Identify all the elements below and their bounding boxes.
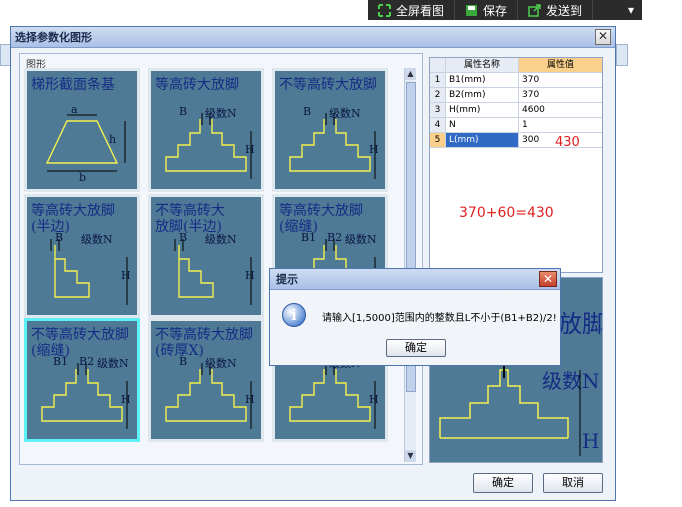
- more-dropdown-icon[interactable]: ▾: [620, 3, 642, 17]
- alert-title: 提示: [270, 269, 560, 290]
- cancel-button[interactable]: 取消: [543, 473, 603, 493]
- fullscreen-label: 全屏看图: [396, 3, 445, 18]
- alert-close-button[interactable]: ✕: [539, 271, 557, 287]
- alert-dialog: 提示 ✕ i 请输入[1,5000]范围内的整数且L不小于(B1+B2)/2! …: [269, 268, 561, 366]
- tile-equal-brick[interactable]: 等高砖大放脚 B 级数N H: [148, 68, 264, 192]
- header-value: 属性值: [519, 58, 602, 72]
- tile-dimension-label: H: [245, 393, 255, 406]
- tile-dimension-label: B: [55, 231, 64, 244]
- tile-unequal-brick-half[interactable]: 不等高砖大 放脚(半边) B 级数N H: [148, 194, 264, 318]
- dialog-titlebar: 选择参数化图形: [11, 27, 615, 48]
- tile-caption: 不等高砖大放脚: [279, 77, 377, 93]
- tile-dimension-label: H: [121, 269, 131, 282]
- property-idx: 3: [430, 103, 446, 117]
- property-row[interactable]: 4N1: [430, 118, 602, 133]
- tile-dimension-label: B2: [327, 231, 343, 244]
- preview-label-levels: 级数N: [542, 369, 600, 393]
- tile-dimension-label: H: [369, 393, 379, 406]
- preview-label-height: H: [582, 429, 599, 453]
- info-icon: i: [282, 303, 306, 327]
- viewer-toolbar: 全屏看图 保存 发送到 ▾: [368, 0, 642, 20]
- preview-caption: 放脚: [558, 310, 603, 338]
- tile-dimension-label: B2: [79, 355, 95, 368]
- dialog-title: 选择参数化图形: [15, 31, 92, 44]
- property-row[interactable]: 2 B2(mm) 370: [430, 88, 602, 103]
- property-idx: 2: [430, 88, 446, 102]
- property-idx: 4: [430, 118, 446, 132]
- property-name: H(mm): [446, 103, 519, 117]
- fullscreen-icon: [378, 3, 391, 17]
- tile-caption: 等高砖大放脚: [155, 77, 239, 93]
- tile-dimension-label: 级数N: [81, 233, 113, 246]
- select-shape-dialog: 选择参数化图形 ✕ 图形 梯形截面条基 a h b 等高砖大放脚 B 级数N H 不等高砖大放脚…: [10, 26, 616, 501]
- dialog-close-button[interactable]: ✕: [595, 29, 611, 45]
- alert-ok-button[interactable]: 确定: [386, 339, 446, 357]
- property-value[interactable]: 370: [519, 88, 602, 102]
- tile-dimension-label: H: [245, 269, 255, 282]
- property-name: L(mm): [446, 133, 519, 147]
- tile-dimension-label: H: [245, 143, 255, 156]
- alert-message: 请输入[1,5000]范围内的整数且L不小于(B1+B2)/2!: [322, 313, 557, 324]
- annotation-value: 430: [555, 135, 580, 150]
- tile-caption: 梯形截面条基: [31, 77, 115, 93]
- property-row[interactable]: 3 H(mm) 4600: [430, 103, 602, 118]
- property-name: B1(mm): [446, 73, 519, 87]
- property-value[interactable]: 1: [519, 118, 602, 132]
- tile-dimension-label: a: [71, 103, 78, 116]
- tile-unequal-brick-thickness[interactable]: 不等高砖大放脚 (砖厚X) B 级数N H: [148, 318, 264, 442]
- ok-button[interactable]: 确定: [473, 473, 533, 493]
- tile-dimension-label: 级数N: [205, 107, 237, 120]
- send-to-label: 发送到: [546, 3, 583, 18]
- tile-dimension-label: B1: [53, 355, 69, 368]
- tile-dimension-label: B: [179, 355, 188, 368]
- property-idx: 5: [430, 133, 446, 147]
- tile-dimension-label: 级数N: [329, 107, 361, 120]
- fullscreen-button[interactable]: 全屏看图: [368, 0, 456, 20]
- scroll-down-icon[interactable]: ▼: [405, 450, 416, 462]
- background-window-edge-right: [616, 44, 628, 66]
- tile-unequal-brick-joint[interactable]: 不等高砖大放脚 (缩缝) B1 B2 级数N H: [24, 318, 140, 442]
- property-idx: 1: [430, 73, 446, 87]
- property-header: 属性名称 属性值: [430, 58, 602, 73]
- save-label: 保存: [483, 3, 508, 18]
- tile-dimension-label: B: [303, 105, 312, 118]
- tile-unequal-brick[interactable]: 不等高砖大放脚 B 级数N H: [272, 68, 388, 192]
- save-button[interactable]: 保存: [455, 0, 519, 20]
- tile-dimension-label: B1: [301, 231, 317, 244]
- tile-dimension-label: b: [79, 171, 87, 184]
- tile-trapezoid-strip[interactable]: 梯形截面条基 a h b: [24, 68, 140, 192]
- property-name: B2(mm): [446, 88, 519, 102]
- tile-dimension-label: 级数N: [205, 357, 237, 370]
- shape-scrollbar[interactable]: ▲ ▼: [404, 68, 416, 462]
- send-icon: [528, 3, 541, 17]
- tile-dimension-label: H: [121, 393, 131, 406]
- tile-dimension-label: B: [179, 105, 188, 118]
- annotation-formula: 370+60=430: [459, 205, 554, 221]
- header-index: [430, 58, 446, 72]
- tile-dimension-label: 级数N: [345, 233, 377, 246]
- tile-dimension-label: h: [109, 133, 117, 146]
- scroll-up-icon[interactable]: ▲: [405, 68, 416, 80]
- save-icon: [466, 4, 478, 16]
- property-name: N: [446, 118, 519, 132]
- property-value[interactable]: 4600: [519, 103, 602, 117]
- tile-dimension-label: B: [179, 231, 188, 244]
- tile-dimension-label: 级数N: [205, 233, 237, 246]
- tile-equal-brick-half[interactable]: 等高砖大放脚 (半边) B 级数N H: [24, 194, 140, 318]
- header-name: 属性名称: [446, 58, 519, 72]
- send-to-button[interactable]: 发送到: [518, 0, 594, 20]
- tile-dimension-label: H: [369, 143, 379, 156]
- tile-dimension-label: 级数N: [97, 357, 129, 370]
- shape-group: 图形 梯形截面条基 a h b 等高砖大放脚 B 级数N H 不等高砖大放脚 B 级数N H 等高砖大放…: [19, 53, 423, 465]
- property-value[interactable]: 370: [519, 73, 602, 87]
- property-grid: 属性名称 属性值 1 B1(mm) 370 2 B2(mm) 370 3 H(mm) 4600 4…: [429, 57, 603, 273]
- property-row[interactable]: 1 B1(mm) 370: [430, 73, 602, 88]
